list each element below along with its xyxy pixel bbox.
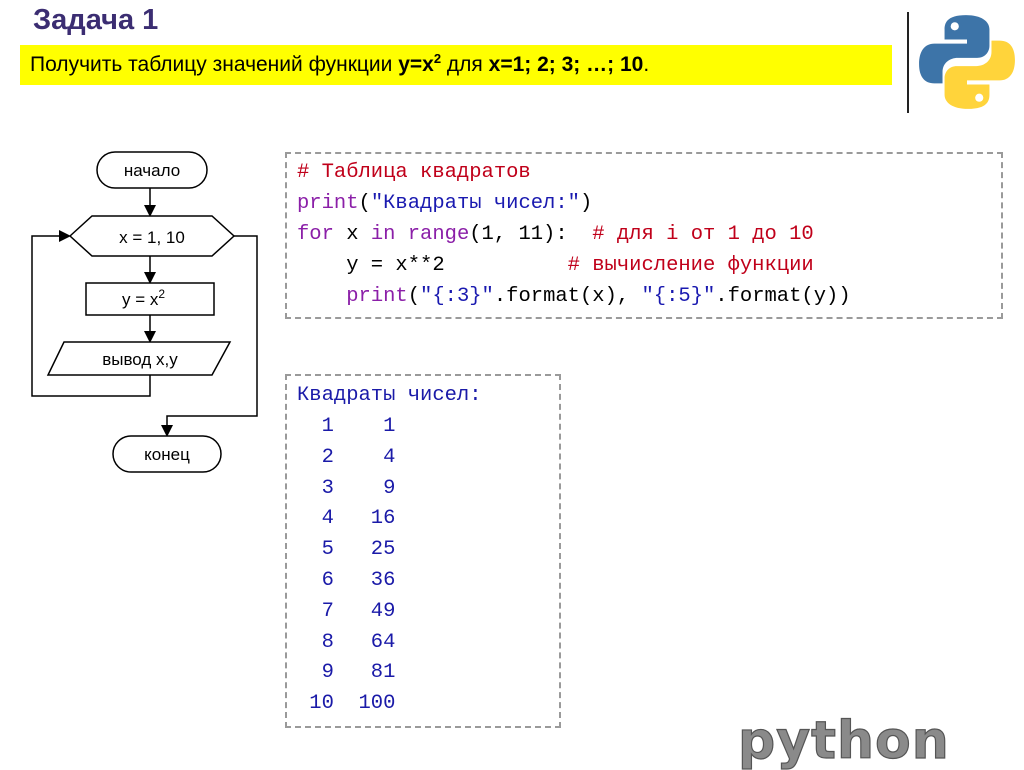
output-x-value: 5 bbox=[321, 538, 334, 562]
output-row: 10 100 bbox=[297, 692, 395, 716]
header-divider bbox=[907, 12, 909, 113]
code-line: print("Квадраты чисел:") bbox=[297, 192, 592, 216]
code-keyword: for bbox=[297, 223, 334, 246]
flow-start-label: начало bbox=[124, 161, 180, 180]
code-line: y = x**2 # вычисление функции bbox=[297, 254, 814, 278]
task-suffix: . bbox=[643, 53, 650, 76]
flow-loop-label: x = 1, 10 bbox=[119, 228, 185, 247]
task-function: y=x2 bbox=[398, 51, 442, 76]
code-line: for x in range(1, 11): # для i от 1 до 1… bbox=[297, 223, 814, 247]
code-comment: # вычисление функции bbox=[567, 254, 814, 277]
task-middle: для bbox=[441, 53, 489, 76]
code-listing: # Таблица квадратов print("Квадраты чисе… bbox=[285, 152, 1003, 319]
code-line: # Таблица квадратов bbox=[297, 161, 531, 185]
output-row: 4 16 bbox=[297, 507, 396, 531]
output-y-value: 81 bbox=[370, 661, 396, 685]
output-x-value: 7 bbox=[321, 599, 334, 623]
output-header: Квадраты чисел: bbox=[297, 384, 482, 407]
python-wordmark-text: python bbox=[738, 712, 950, 770]
output-x-value: 4 bbox=[321, 507, 334, 531]
output-x-value: 1 bbox=[321, 415, 334, 438]
code-text: ( bbox=[407, 285, 421, 308]
task-function-base: y=x bbox=[398, 53, 434, 76]
program-output: Квадраты чисел: 1 1 2 4 3 9 4 16 5 25 6 36 7 49 8 64 9 81… bbox=[285, 374, 561, 728]
output-row: 7 49 bbox=[297, 599, 396, 624]
output-x-value: 9 bbox=[321, 661, 334, 685]
code-text: .format(y)) bbox=[715, 285, 851, 308]
code-text: ) bbox=[579, 192, 593, 215]
code-text: x bbox=[333, 223, 371, 246]
task-range: x=1; 2; 3; …; 10 bbox=[488, 53, 644, 76]
output-y-value: 1 bbox=[383, 415, 396, 438]
output-x-value: 8 bbox=[321, 630, 334, 654]
output-y-value: 100 bbox=[358, 692, 396, 716]
python-logo-icon bbox=[919, 15, 1015, 109]
code-text: (1, 11): bbox=[469, 223, 593, 246]
code-text: .format(x), bbox=[493, 285, 642, 308]
code-text: y = x**2 bbox=[297, 254, 568, 277]
code-comment: # для i от 1 до 10 bbox=[592, 223, 814, 246]
code-builtin: print bbox=[297, 192, 359, 215]
code-builtin: print bbox=[346, 285, 408, 308]
code-string: "{:3}" bbox=[420, 285, 494, 308]
output-row: 24 bbox=[297, 445, 396, 470]
output-row: 8 64 bbox=[297, 630, 396, 655]
output-row: 9 81 bbox=[297, 661, 396, 685]
output-x-value: 2 bbox=[321, 445, 334, 469]
python-wordmark: python bbox=[737, 712, 950, 770]
output-row: 39 bbox=[297, 476, 396, 501]
task-statement: Получить таблицу значений функции y=x2 д… bbox=[30, 51, 649, 77]
flowchart: начало x = 1, 10 y = x2 вывод x,y конец bbox=[31, 151, 258, 473]
slide-title: Задача 1 bbox=[33, 4, 159, 36]
task-prefix: Получить таблицу значений функции bbox=[30, 53, 399, 76]
flow-end-label: конец bbox=[144, 445, 190, 464]
output-y-value: 16 bbox=[370, 507, 396, 531]
output-x-value: 3 bbox=[321, 476, 334, 500]
flow-output-label: вывод x,y bbox=[102, 350, 178, 369]
output-y-value: 64 bbox=[370, 630, 396, 654]
output-row: 11 bbox=[297, 415, 396, 439]
output-y-value: 25 bbox=[370, 538, 396, 562]
output-x-value: 6 bbox=[321, 569, 334, 592]
output-y-value: 36 bbox=[370, 569, 396, 592]
output-y-value: 49 bbox=[370, 599, 396, 623]
task-function-exponent: 2 bbox=[433, 51, 442, 66]
code-string: "Квадраты чисел:" bbox=[370, 192, 580, 215]
flow-exit-line bbox=[161, 235, 258, 437]
code-string: "{:5}" bbox=[641, 285, 716, 308]
output-y-value: 4 bbox=[383, 445, 396, 469]
output-row: 5 25 bbox=[297, 538, 396, 562]
code-line: print("{:3}".format(x), "{:5}".format(y)… bbox=[297, 285, 851, 309]
output-x-value: 10 bbox=[309, 692, 334, 716]
code-keyword: in bbox=[370, 223, 396, 246]
output-y-value: 9 bbox=[383, 476, 396, 500]
task-statement-bar: Получить таблицу значений функции y=x2 д… bbox=[20, 45, 892, 85]
code-builtin: range bbox=[407, 223, 470, 246]
code-text: ( bbox=[358, 192, 371, 215]
code-comment: # Таблица квадратов bbox=[297, 161, 531, 184]
output-row: 6 36 bbox=[297, 569, 396, 593]
